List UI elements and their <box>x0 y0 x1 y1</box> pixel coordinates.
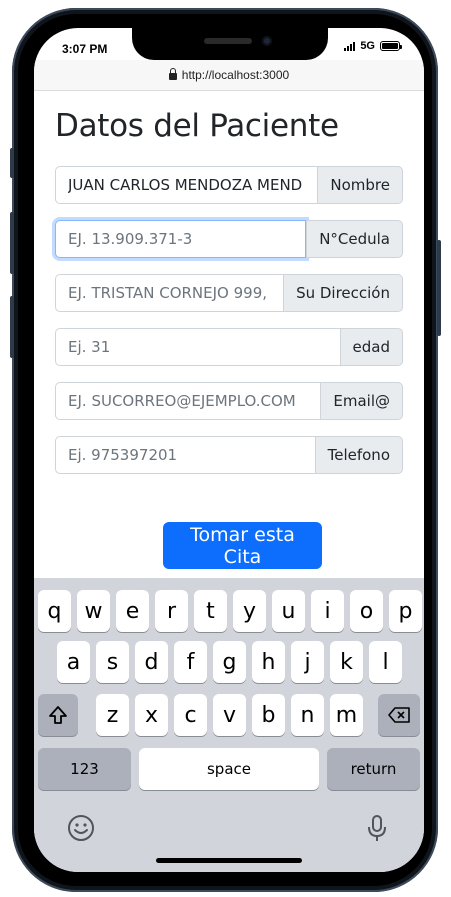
address-bar[interactable]: http://localhost:3000 <box>34 60 424 91</box>
key-t[interactable]: t <box>194 590 227 632</box>
edad-label: edad <box>339 328 403 366</box>
key-j[interactable]: j <box>291 641 324 683</box>
telefono-group: Telefono <box>55 436 403 474</box>
speaker <box>204 38 252 44</box>
cedula-group: N°Cedula <box>55 220 403 258</box>
camera-icon <box>262 36 272 46</box>
key-k[interactable]: k <box>330 641 363 683</box>
key-n[interactable]: n <box>291 694 324 736</box>
key-a[interactable]: a <box>57 641 90 683</box>
return-key[interactable]: return <box>327 748 420 790</box>
telefono-input[interactable] <box>55 436 315 474</box>
edad-input[interactable] <box>55 328 340 366</box>
key-p[interactable]: p <box>389 590 422 632</box>
email-group: Email@ <box>55 382 403 420</box>
key-w[interactable]: w <box>77 590 110 632</box>
key-b[interactable]: b <box>252 694 285 736</box>
cedula-label: N°Cedula <box>306 220 403 258</box>
key-r[interactable]: r <box>155 590 188 632</box>
key-m[interactable]: m <box>330 694 363 736</box>
key-h[interactable]: h <box>252 641 285 683</box>
key-e[interactable]: e <box>116 590 149 632</box>
key-l[interactable]: l <box>369 641 402 683</box>
key-f[interactable]: f <box>174 641 207 683</box>
key-x[interactable]: x <box>135 694 168 736</box>
telefono-label: Telefono <box>314 436 403 474</box>
direccion-group: Su Dirección <box>55 274 403 312</box>
battery-icon <box>380 41 402 51</box>
shift-icon <box>49 706 67 724</box>
key-y[interactable]: y <box>233 590 266 632</box>
status-indicators: 5G <box>344 40 402 52</box>
nombre-group: Nombre <box>55 166 403 204</box>
key-i[interactable]: i <box>311 590 344 632</box>
emoji-icon[interactable] <box>67 814 95 842</box>
nombre-label: Nombre <box>317 166 403 204</box>
direccion-input[interactable] <box>55 274 284 312</box>
numbers-key[interactable]: 123 <box>38 748 131 790</box>
key-g[interactable]: g <box>213 641 246 683</box>
key-q[interactable]: q <box>38 590 71 632</box>
keyboard: qwertyuiop asdfghjkl zxcvbnm 123 space r… <box>34 578 424 872</box>
signal-icon <box>344 41 356 51</box>
page-title: Datos del Paciente <box>55 108 339 144</box>
key-c[interactable]: c <box>174 694 207 736</box>
lock-icon <box>168 68 177 80</box>
key-d[interactable]: d <box>135 641 168 683</box>
url-text: http://localhost:3000 <box>181 68 290 82</box>
key-z[interactable]: z <box>96 694 129 736</box>
backspace-key[interactable] <box>378 694 420 736</box>
microphone-icon[interactable] <box>366 814 388 844</box>
cedula-input[interactable] <box>55 220 307 258</box>
volume-down-button <box>10 296 14 358</box>
direccion-label: Su Dirección <box>283 274 403 312</box>
space-key[interactable]: space <box>139 748 319 790</box>
volume-up-button <box>10 212 14 274</box>
notch <box>132 28 328 60</box>
edad-group: edad <box>55 328 403 366</box>
network-label: 5G <box>360 40 375 52</box>
key-s[interactable]: s <box>96 641 129 683</box>
home-indicator <box>156 858 302 863</box>
submit-button[interactable]: Tomar esta Cita <box>163 522 322 569</box>
power-button <box>437 240 441 336</box>
screen: 3:07 PM 5G http://localhost:3000 Datos d… <box>34 28 424 872</box>
mute-switch <box>10 148 14 178</box>
email-input[interactable] <box>55 382 321 420</box>
nombre-input[interactable] <box>55 166 318 204</box>
email-label: Email@ <box>320 382 403 420</box>
backspace-icon <box>388 707 410 723</box>
shift-key[interactable] <box>38 694 78 736</box>
key-u[interactable]: u <box>272 590 305 632</box>
status-time: 3:07 PM <box>62 42 108 56</box>
key-o[interactable]: o <box>350 590 383 632</box>
key-v[interactable]: v <box>213 694 246 736</box>
